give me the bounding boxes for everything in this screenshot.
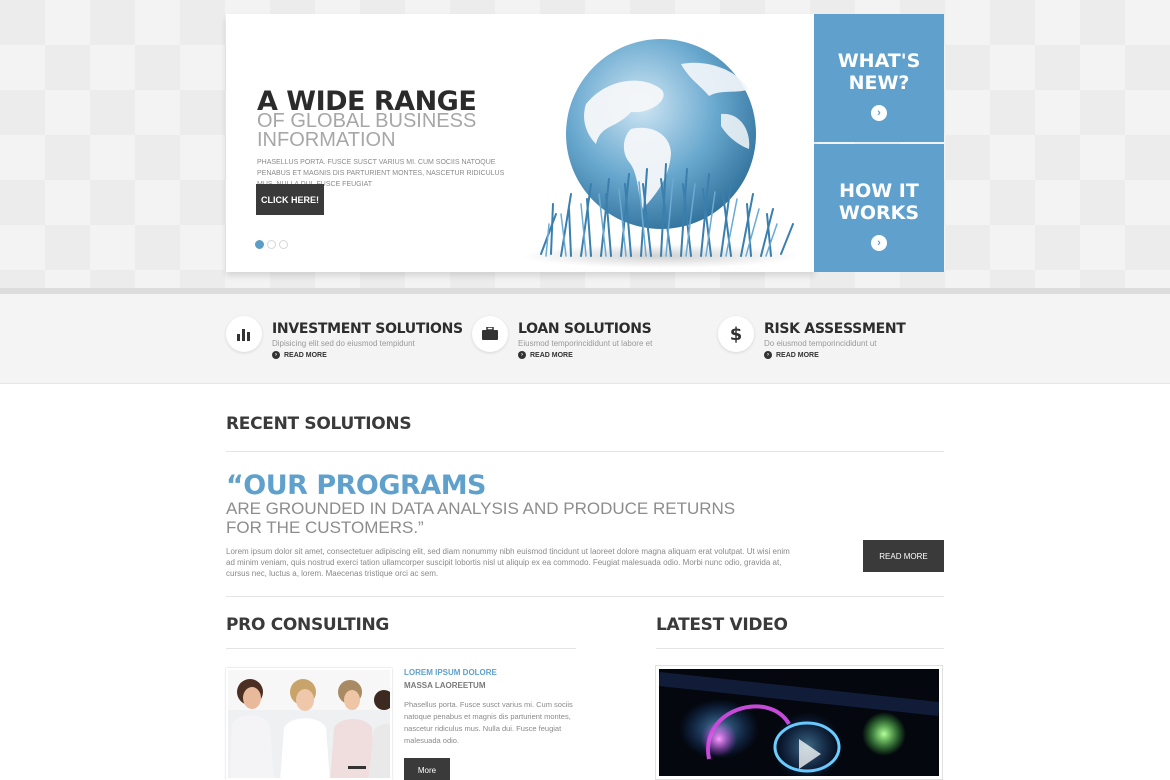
service-investment: INVESTMENT SOLUTIONS Dipisicing elit sed…: [226, 316, 463, 366]
service-description: Do eiusmod temporincididunt ut: [764, 339, 877, 348]
briefcase-icon: [472, 316, 508, 352]
divider: [226, 596, 944, 597]
consulting-heading-link[interactable]: LOREM IPSUM DOLORE: [404, 668, 497, 677]
slider-dot-3[interactable]: [279, 240, 288, 249]
whats-new-tile[interactable]: WHAT'S NEW? ›: [814, 14, 944, 142]
service-title[interactable]: INVESTMENT SOLUTIONS: [272, 321, 463, 337]
read-more-label: READ MORE: [530, 351, 573, 359]
latest-video-title: LATEST VIDEO: [656, 615, 788, 635]
services-band: INVESTMENT SOLUTIONS Dipisicing elit sed…: [0, 294, 1170, 384]
service-description: Eiusmod temporincididunt ut labore et: [518, 339, 653, 348]
slider-dot-1[interactable]: [255, 240, 264, 249]
quote-heading: “OUR PROGRAMS: [226, 470, 487, 501]
pro-consulting-title: PRO CONSULTING: [226, 615, 390, 635]
click-here-button[interactable]: CLICK HERE!: [256, 184, 324, 215]
chevron-right-icon[interactable]: ›: [871, 105, 887, 121]
service-loan: LOAN SOLUTIONS Eiusmod temporincididunt …: [472, 316, 702, 366]
how-it-works-tile[interactable]: HOW IT WORKS ›: [814, 144, 944, 272]
read-more-button[interactable]: READ MORE: [863, 540, 944, 572]
slider-pagination: [255, 240, 288, 249]
read-more-label: READ MORE: [284, 351, 327, 359]
whats-new-label: WHAT'S NEW?: [837, 50, 921, 94]
read-more-link[interactable]: › READ MORE: [518, 351, 573, 359]
video-player[interactable]: [655, 665, 943, 780]
chevron-right-icon: ›: [518, 351, 526, 359]
bar-chart-icon: [226, 316, 262, 352]
consulting-text: Phasellus porta. Fusce susct varius mi. …: [404, 700, 573, 745]
consulting-subheading: MASSA LAOREETUM: [404, 681, 486, 690]
service-description: Dipisicing elit sed do eiusmod tempidunt: [272, 339, 415, 348]
service-risk: $ RISK ASSESSMENT Do eiusmod temporincid…: [718, 316, 948, 366]
service-title[interactable]: LOAN SOLUTIONS: [518, 321, 652, 337]
quote-body: Lorem ipsum dolor sit amet, consectetuer…: [226, 547, 790, 578]
dollar-icon: $: [718, 316, 754, 352]
divider: [226, 451, 944, 452]
service-title[interactable]: RISK ASSESSMENT: [764, 321, 906, 337]
read-more-label: READ MORE: [776, 351, 819, 359]
read-more-link[interactable]: › READ MORE: [272, 351, 327, 359]
divider: [656, 648, 944, 649]
more-button[interactable]: More: [404, 758, 450, 780]
recent-solutions-title: RECENT SOLUTIONS: [226, 414, 412, 434]
hero-slider: A WIDE RANGE OF GLOBAL BUSINESS INFORMAT…: [226, 14, 814, 272]
chevron-right-icon: ›: [764, 351, 772, 359]
read-more-link[interactable]: › READ MORE: [764, 351, 819, 359]
divider: [226, 648, 576, 649]
chevron-right-icon: ›: [272, 351, 280, 359]
how-it-works-label: HOW IT WORKS: [838, 180, 920, 224]
globe-grass-image: [511, 34, 811, 269]
consulting-photo: [226, 668, 392, 780]
chevron-right-icon[interactable]: ›: [871, 235, 887, 251]
slider-subtitle: OF GLOBAL BUSINESS INFORMATION: [257, 110, 477, 151]
video-thumbnail: [659, 669, 939, 776]
slider-dot-2[interactable]: [267, 240, 276, 249]
quote-subheading: ARE GROUNDED IN DATA ANALYSIS AND PRODUC…: [226, 499, 736, 537]
